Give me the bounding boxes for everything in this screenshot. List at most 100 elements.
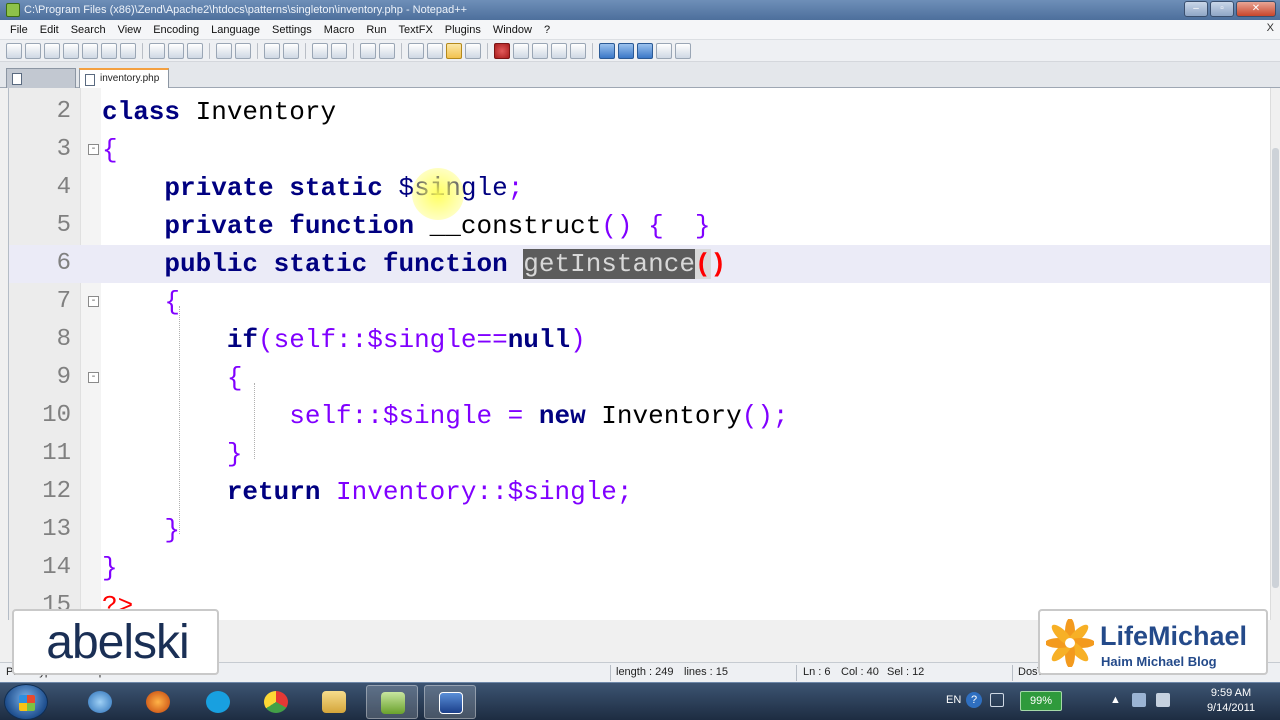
menu-help[interactable]: ? xyxy=(538,20,556,40)
menu-plugins[interactable]: Plugins xyxy=(439,20,487,40)
code-text: } xyxy=(164,515,181,545)
toolbar-separator xyxy=(142,42,143,59)
menu-run[interactable]: Run xyxy=(360,20,392,40)
word-wrap-icon[interactable] xyxy=(408,42,424,59)
close-document-button[interactable]: X xyxy=(1267,22,1274,34)
start-button[interactable] xyxy=(4,684,48,720)
windows-logo-icon xyxy=(19,695,35,711)
network-tray-icon[interactable] xyxy=(1132,693,1146,707)
save-all-icon[interactable] xyxy=(63,42,79,59)
undo-icon[interactable] xyxy=(216,42,232,59)
print-icon[interactable] xyxy=(120,42,136,59)
sync-horizontal-icon[interactable] xyxy=(379,42,395,59)
menu-textfx[interactable]: TextFX xyxy=(393,20,439,40)
taskbar-firefox[interactable] xyxy=(132,685,184,719)
zoom-out-icon[interactable] xyxy=(331,42,347,59)
close-button[interactable]: ✕ xyxy=(1236,1,1276,17)
toolbar-separator xyxy=(209,42,210,59)
taskbar-explorer[interactable] xyxy=(308,685,360,719)
volume-tray-icon[interactable] xyxy=(1156,693,1170,707)
play-macro-icon[interactable] xyxy=(532,42,548,59)
paste-icon[interactable] xyxy=(187,42,203,59)
new-file-icon[interactable] xyxy=(6,42,22,59)
tab-label: inventory.php xyxy=(100,73,160,84)
record-macro-icon[interactable] xyxy=(494,42,510,59)
minimize-button[interactable]: – xyxy=(1184,1,1208,17)
tab-inventory-php[interactable]: inventory.php xyxy=(79,68,169,88)
taskbar-notepadpp[interactable] xyxy=(366,685,418,719)
plugin-doc-icon[interactable] xyxy=(656,42,672,59)
fold-toggle-icon[interactable]: - xyxy=(88,296,99,307)
code-line: 5 private function __construct() { } xyxy=(9,207,1270,245)
toolbar xyxy=(0,40,1280,62)
status-line: Ln : 6 xyxy=(803,666,831,678)
plugin-spell-icon[interactable] xyxy=(675,42,691,59)
code-line: 2 class Inventory xyxy=(9,93,1270,131)
menu-view[interactable]: View xyxy=(112,20,148,40)
clock-time: 9:59 AM xyxy=(1210,687,1252,699)
find-icon[interactable] xyxy=(264,42,280,59)
code-line: 11 } xyxy=(9,435,1270,473)
plugin-compare-icon[interactable] xyxy=(637,42,653,59)
taskbar-skype[interactable] xyxy=(192,685,244,719)
cut-icon[interactable] xyxy=(149,42,165,59)
line-number: 2 xyxy=(56,98,71,125)
code-text: public static function getInstance() xyxy=(164,249,727,279)
plugin-arrow-up-icon[interactable] xyxy=(599,42,615,59)
taskbar-screen-recorder[interactable] xyxy=(424,685,476,719)
fold-toggle-icon[interactable]: - xyxy=(88,372,99,383)
code-text: self::$single = new Inventory(); xyxy=(289,401,789,431)
maximize-button[interactable]: ▫ xyxy=(1210,1,1234,17)
line-number: 10 xyxy=(42,402,71,429)
sync-vertical-icon[interactable] xyxy=(360,42,376,59)
battery-indicator[interactable]: 99% xyxy=(1020,691,1062,711)
show-all-chars-icon[interactable] xyxy=(427,42,443,59)
menu-edit[interactable]: Edit xyxy=(34,20,65,40)
line-number: 5 xyxy=(56,212,71,239)
menu-encoding[interactable]: Encoding xyxy=(147,20,205,40)
skype-icon xyxy=(206,691,230,713)
close-file-icon[interactable] xyxy=(82,42,98,59)
system-clock[interactable]: 9:59 AM 9/14/2011 xyxy=(1196,686,1266,716)
menu-search[interactable]: Search xyxy=(65,20,112,40)
menu-window[interactable]: Window xyxy=(487,20,538,40)
open-file-icon[interactable] xyxy=(25,42,41,59)
fold-toggle-icon[interactable]: - xyxy=(88,144,99,155)
line-number: 11 xyxy=(42,440,71,467)
status-length: length : 249 xyxy=(616,666,674,678)
line-number: 6 xyxy=(56,250,71,277)
run-macro-multiple-icon[interactable] xyxy=(551,42,567,59)
save-macro-icon[interactable] xyxy=(570,42,586,59)
close-all-icon[interactable] xyxy=(101,42,117,59)
taskbar-chrome[interactable] xyxy=(250,685,302,719)
vertical-scrollbar[interactable] xyxy=(1270,88,1280,620)
taskbar-ie[interactable] xyxy=(74,685,126,719)
lifemichael-subtitle: Haim Michael Blog xyxy=(1101,654,1217,669)
code-editor[interactable]: 2 class Inventory 3 - { 4 private static… xyxy=(8,88,1270,620)
replace-icon[interactable] xyxy=(283,42,299,59)
line-number: 4 xyxy=(56,174,71,201)
zoom-in-icon[interactable] xyxy=(312,42,328,59)
keyboard-tray-icon[interactable] xyxy=(990,693,1004,707)
redo-icon[interactable] xyxy=(235,42,251,59)
recorder-icon xyxy=(439,692,463,714)
file-icon xyxy=(12,73,22,85)
language-indicator[interactable]: EN xyxy=(946,694,961,706)
code-text: private function __construct() { } xyxy=(164,211,711,241)
save-icon[interactable] xyxy=(44,42,60,59)
scrollbar-thumb[interactable] xyxy=(1272,148,1279,588)
plugin-arrow-down-icon[interactable] xyxy=(618,42,634,59)
menu-language[interactable]: Language xyxy=(205,20,266,40)
stop-macro-icon[interactable] xyxy=(513,42,529,59)
indent-guide-icon[interactable] xyxy=(446,42,462,59)
chrome-icon xyxy=(264,691,288,713)
copy-icon[interactable] xyxy=(168,42,184,59)
toolbar-separator xyxy=(592,42,593,59)
tab-other-file[interactable] xyxy=(6,68,76,88)
help-tray-icon[interactable]: ? xyxy=(966,692,982,708)
show-hidden-icons-icon[interactable]: ▲ xyxy=(1110,694,1121,706)
menu-file[interactable]: File xyxy=(4,20,34,40)
user-language-icon[interactable] xyxy=(465,42,481,59)
menu-settings[interactable]: Settings xyxy=(266,20,318,40)
menu-macro[interactable]: Macro xyxy=(318,20,361,40)
